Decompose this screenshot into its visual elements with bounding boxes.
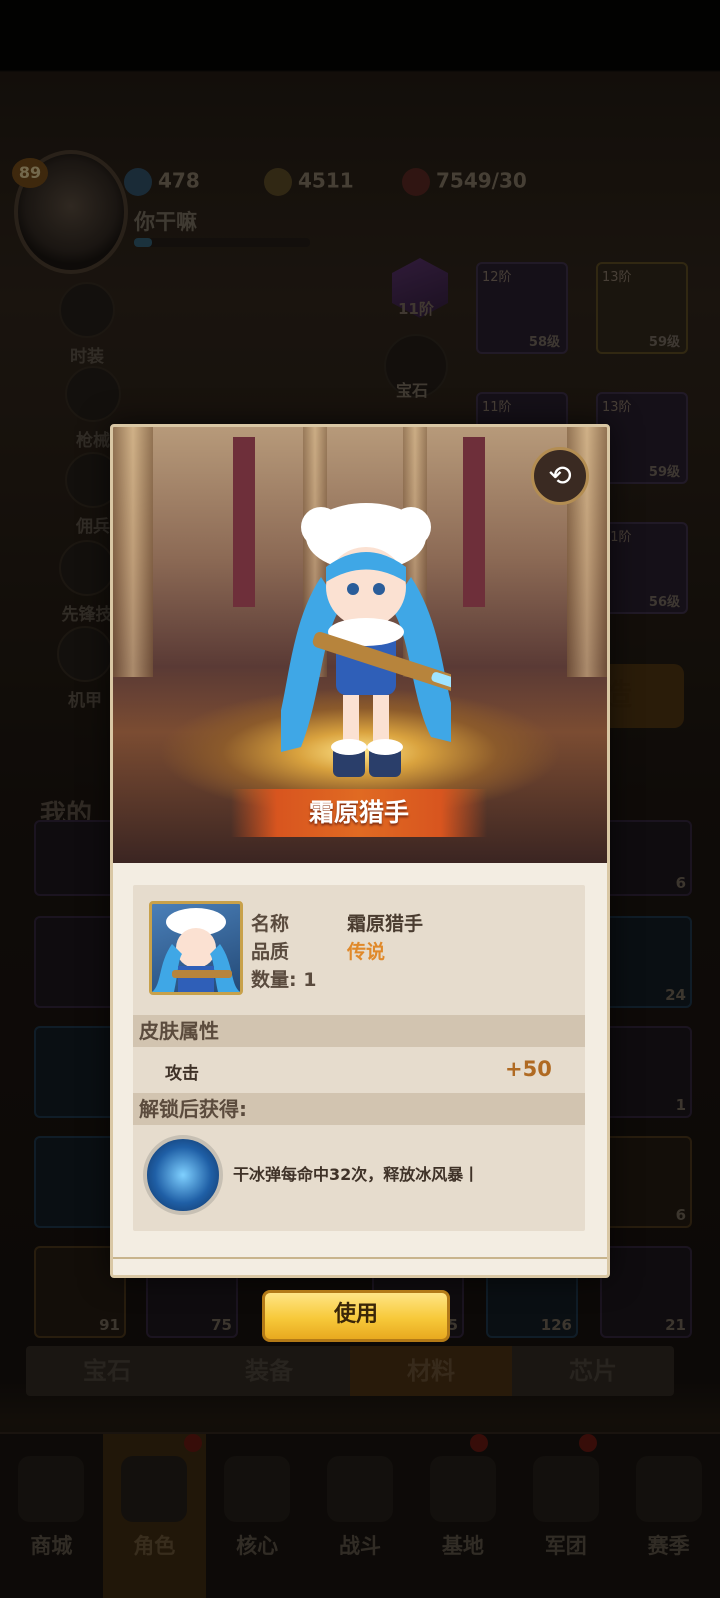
attack-label: 攻击 (165, 1064, 199, 1084)
meat-icon (402, 168, 430, 196)
skin-thumbnail (149, 901, 243, 995)
skill-icon (59, 540, 115, 596)
gold-resource[interactable]: 4511 (264, 168, 354, 196)
battle-icon (327, 1456, 393, 1522)
bottom-nav: 商城 角色 核心 战斗 基地 军团 赛季 (0, 1432, 720, 1598)
core-icon (224, 1456, 291, 1522)
inventory-item[interactable]: 6 (600, 1136, 692, 1228)
base-icon (429, 1456, 496, 1522)
name-label: 名称 (251, 913, 290, 935)
character-icon (121, 1456, 188, 1522)
tab-materials[interactable]: 材料 (350, 1346, 512, 1396)
gem-label: 宝石 (396, 381, 429, 400)
quality-label: 品质 (251, 941, 290, 963)
player-level-badge: 89 (12, 158, 48, 188)
attack-value: +50 (505, 1057, 552, 1081)
legion-icon (532, 1456, 599, 1522)
player-name: 你干嘛 (134, 210, 197, 234)
nav-base[interactable]: 基地 (411, 1434, 514, 1598)
skin-info-panel: 名称 霜原猎手 品质 传说 数量: 1 皮肤属性 攻击 +50 解锁后获得: 干… (133, 885, 585, 1231)
skin-name-banner: 霜原猎手 (231, 789, 487, 837)
nav-season[interactable]: 赛季 (617, 1434, 720, 1598)
mecha-icon (57, 626, 113, 682)
inventory-item[interactable]: 1 (600, 1026, 692, 1118)
season-icon (635, 1456, 702, 1522)
side-menu-fashion[interactable]: 时装 (40, 282, 134, 367)
rotate-view-button[interactable]: ⟲ (531, 447, 589, 505)
nav-legion[interactable]: 军团 (514, 1434, 617, 1598)
quantity-text: 数量: 1 (251, 969, 317, 991)
unlock-reward-header: 解锁后获得: (133, 1093, 585, 1125)
tab-gems[interactable]: 宝石 (26, 1346, 188, 1396)
skin-attribute-header: 皮肤属性 (133, 1015, 585, 1047)
equipment-slot[interactable]: 12阶 58级 (476, 262, 568, 354)
nav-shop[interactable]: 商城 (0, 1434, 103, 1598)
outfit-icon (59, 282, 115, 338)
equipment-slot[interactable]: 13阶 59级 (596, 262, 688, 354)
nav-battle[interactable]: 战斗 (309, 1434, 412, 1598)
game-screen: 89 478 4511 7549/30 你干嘛 时装 枪械 佣兵 先锋技 机甲 … (0, 0, 720, 1598)
gold-coin-icon (264, 168, 292, 196)
diamond-icon (124, 168, 152, 196)
use-button[interactable]: 使用 (262, 1290, 450, 1342)
shop-icon (18, 1456, 85, 1522)
skin-character-figure (281, 503, 451, 777)
name-value: 霜原猎手 (347, 913, 424, 935)
nav-character[interactable]: 角色 (102, 1434, 206, 1598)
stamina-resource[interactable]: 7549/30 (402, 168, 527, 196)
tab-equipment[interactable]: 装备 (188, 1346, 350, 1396)
inventory-item[interactable]: 21 (600, 1246, 692, 1338)
ice-storm-skill-icon (143, 1135, 223, 1215)
inventory-item[interactable]: 24 (600, 916, 692, 1008)
inventory-item[interactable]: 6 (600, 820, 692, 896)
exp-bar (134, 238, 310, 247)
quality-value: 传说 (347, 941, 386, 963)
tab-chips[interactable]: 芯片 (512, 1346, 674, 1396)
gun-icon (65, 366, 121, 422)
skin-detail-dialog: ⟲ 霜原猎手 名称 霜原猎手 品质 传说 数量: 1 皮肤属性 攻击 +50 解… (110, 424, 610, 1278)
diamond-resource[interactable]: 478 (124, 168, 200, 196)
skin-preview-scene: ⟲ 霜原猎手 (113, 427, 607, 863)
category-tabs: 宝石 装备 材料 芯片 (26, 1346, 674, 1396)
forge-button[interactable]: 造 (600, 664, 684, 728)
dialog-divider (113, 1257, 607, 1259)
nav-core[interactable]: 核心 (206, 1434, 309, 1598)
unlock-description: 干冰弹每命中32次，释放冰风暴丨 (233, 1165, 480, 1184)
rank-label: 11阶 (398, 300, 434, 318)
